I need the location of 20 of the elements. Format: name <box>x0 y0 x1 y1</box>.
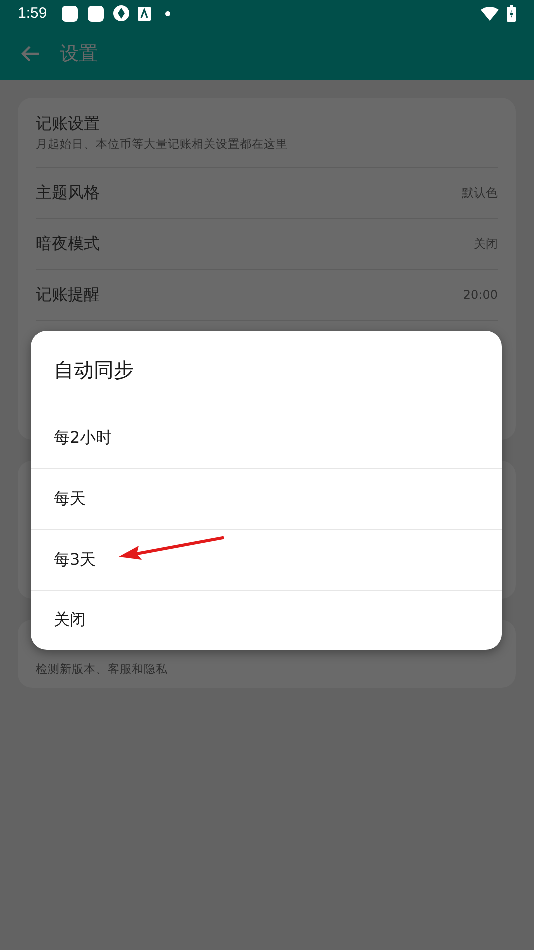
setting-value: 20:00 <box>463 288 498 302</box>
setting-value: 关闭 <box>474 236 498 252</box>
wifi-icon <box>481 6 499 20</box>
sync-option[interactable]: 每天 <box>54 488 86 510</box>
about-description: 检测新版本、客服和隐私 <box>36 662 168 676</box>
setting-value: 默认色 <box>462 184 498 202</box>
sync-option[interactable]: 每3天 <box>54 550 96 570</box>
aperture-icon <box>113 5 130 22</box>
square-icon <box>138 6 152 20</box>
notification-icon <box>87 4 106 22</box>
setting-description: 月起始日、本位币等大量记账相关设置都在这里 <box>36 136 288 152</box>
dot-icon <box>165 10 172 16</box>
dialog-title: 自动同步 <box>53 357 135 384</box>
notification-icon <box>61 4 80 22</box>
page-title: 设置 <box>60 42 98 66</box>
sync-option[interactable]: 关闭 <box>54 610 86 631</box>
battery-icon <box>507 5 516 22</box>
sync-option[interactable]: 每2小时 <box>54 428 112 448</box>
back-icon[interactable] <box>20 44 40 62</box>
clock: 1:59 <box>18 5 48 22</box>
